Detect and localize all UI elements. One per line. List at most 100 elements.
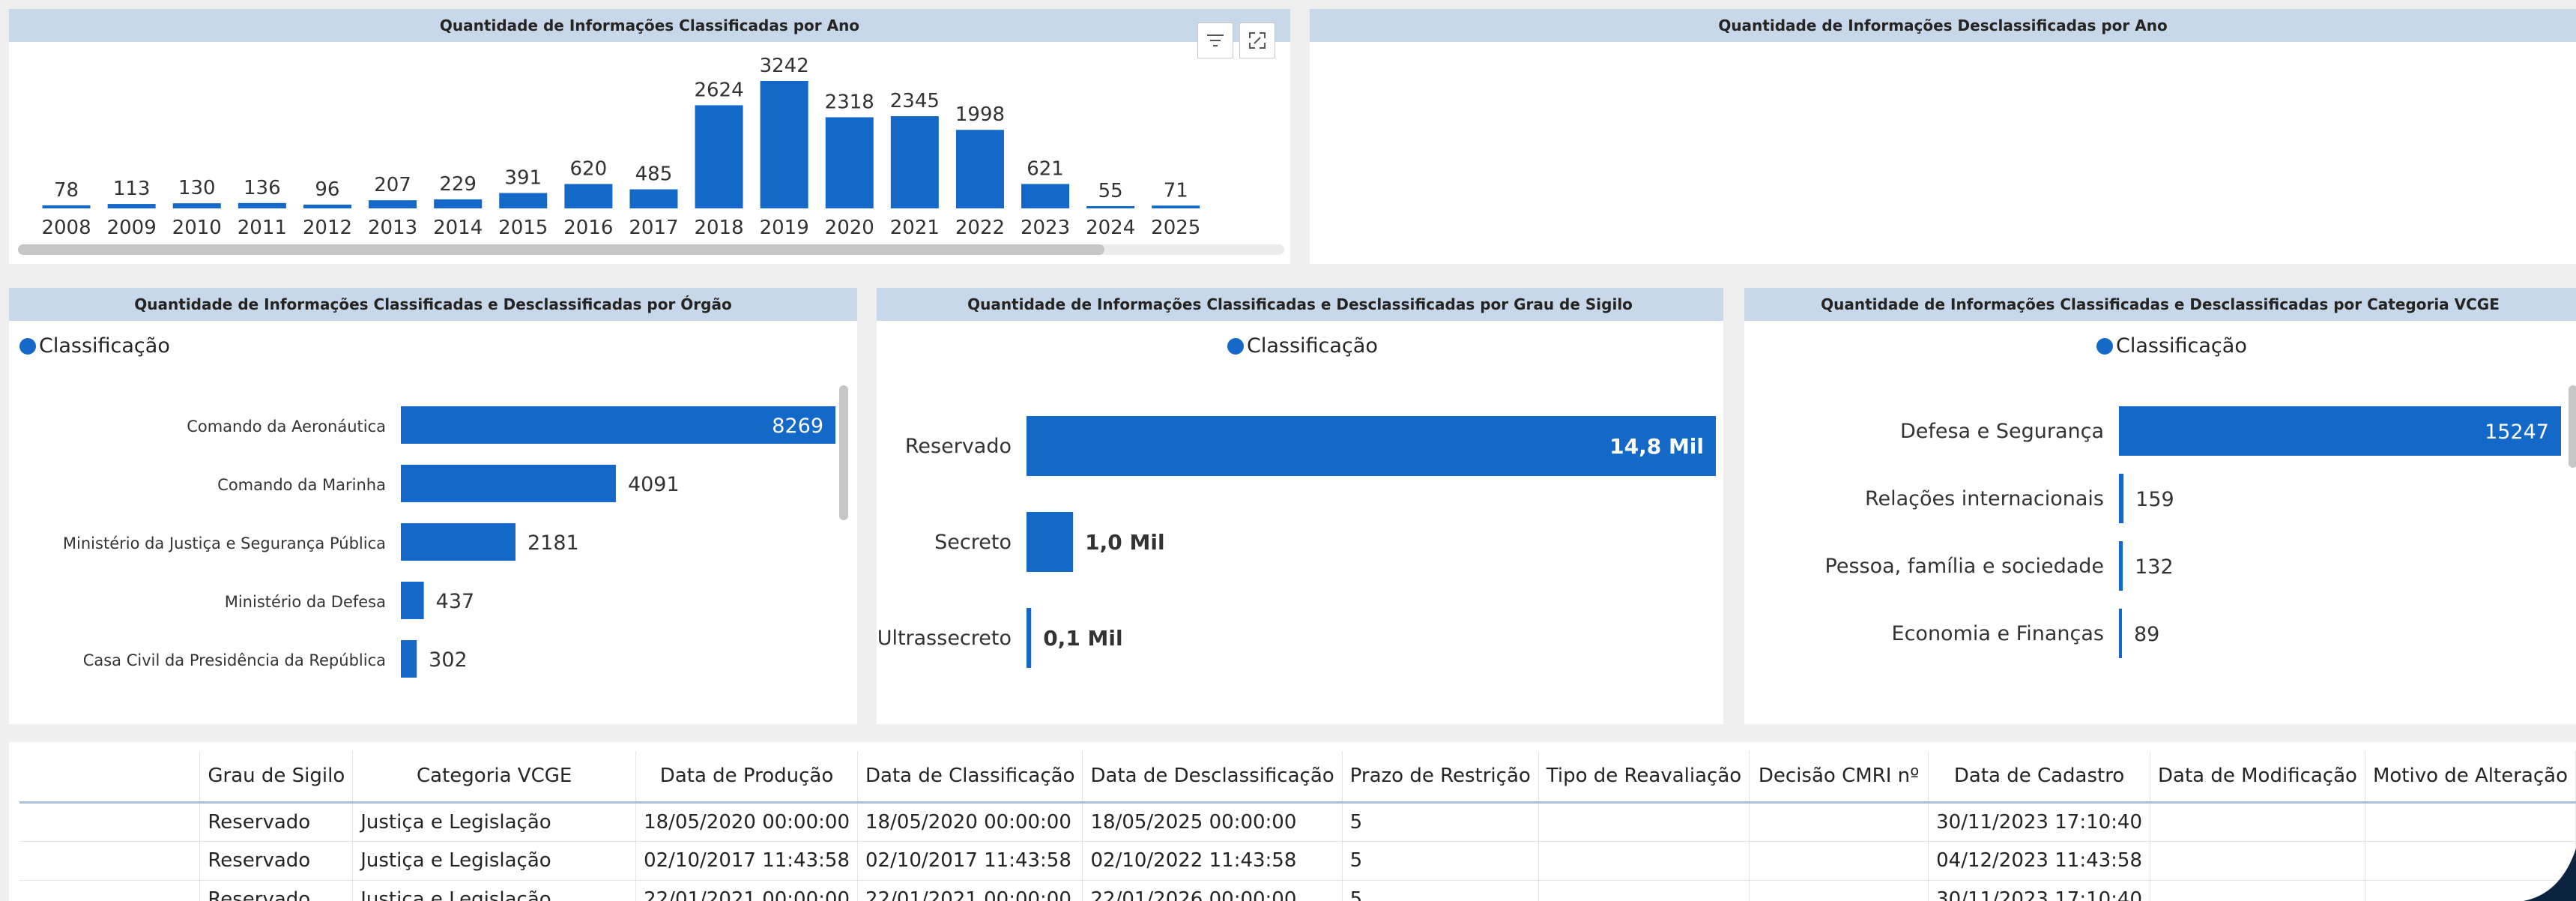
column-header[interactable]: Grau de Sigilo <box>199 751 354 804</box>
table-cell: Reservado <box>199 841 354 881</box>
table-cell <box>1538 841 1750 881</box>
table-cell: 18/05/2025 00:00:00 <box>1082 802 1343 842</box>
category-bar-chart: Defesa e Segurança 15247 Relações internac… <box>1825 406 2561 658</box>
x-tick-label: 2009 <box>107 217 157 239</box>
column-header[interactable]: Data de Produção <box>635 751 858 804</box>
bar <box>629 189 678 208</box>
bar <box>303 204 351 208</box>
x-tick-label: 2025 <box>1151 217 1200 239</box>
data-label: 391 <box>504 166 542 189</box>
x-tick-label: 2013 <box>368 217 417 239</box>
table-cell <box>2150 802 2365 842</box>
data-label: 159 <box>2135 488 2174 511</box>
category-label: Economia e Finanças <box>1892 622 2104 645</box>
chart-legend[interactable]: Classificação <box>2096 334 2247 358</box>
column-header[interactable]: Prazo de Restrição <box>1342 751 1539 804</box>
chart-legend[interactable]: Classificação <box>1227 334 1378 358</box>
year-bar-chart: 78 2008 113 2009 130 2010 136 2011 96 2012 207 2013… <box>41 55 1200 239</box>
category-label: Comando da Aeronáutica <box>187 418 386 436</box>
organ-bar-chart: Comando da Aeronáutica 8269 Comando da Mar… <box>63 406 835 678</box>
bar <box>760 81 808 208</box>
x-tick-label: 2019 <box>760 217 809 239</box>
table-cell <box>19 841 201 881</box>
table-cell: 30/11/2023 17:10:40 <box>1928 802 2151 842</box>
vertical-scrollbar[interactable] <box>2569 385 2576 468</box>
category-label: Secreto <box>934 531 1012 554</box>
chart-legend[interactable]: Classificação <box>19 334 170 358</box>
column-header[interactable]: Motivo de Alteração <box>2365 751 2576 804</box>
vertical-scrollbar[interactable] <box>839 385 848 520</box>
category-label: Comando da Marinha <box>217 476 386 494</box>
table-cell <box>1749 802 1929 842</box>
data-label: 1,0 Mil <box>1085 530 1164 555</box>
data-label: 2345 <box>890 90 940 112</box>
column-header[interactable] <box>19 751 201 804</box>
degree-bar-chart: Reservado 14,8 Mil Secreto 1,0 Mil Ultrassec… <box>877 416 1716 668</box>
data-label: 2181 <box>527 531 579 555</box>
legend-label: Classificação <box>39 334 170 358</box>
data-label: 136 <box>244 177 281 199</box>
data-label: 8269 <box>772 415 823 438</box>
bar <box>1027 608 1032 668</box>
data-label: 130 <box>178 177 216 199</box>
category-label: Relações internacionais <box>1865 487 2104 510</box>
panel-by-category: Quantidade de Informações Classificadas … <box>1744 288 2576 724</box>
bar <box>401 523 515 561</box>
x-tick-label: 2022 <box>955 217 1005 239</box>
data-label: 96 <box>315 178 339 201</box>
x-tick-label: 2024 <box>1086 217 1135 239</box>
x-tick-label: 2018 <box>694 217 743 239</box>
bar <box>2119 474 2124 523</box>
bar <box>825 117 874 208</box>
column-header[interactable]: Data de Cadastro <box>1928 751 2151 804</box>
panel-classified-by-year: Quantidade de Informações Classificadas … <box>9 9 1290 264</box>
panel-by-degree: Quantidade de Informações Classificadas … <box>877 288 1723 724</box>
bar <box>955 130 1004 208</box>
category-label: Casa Civil da Presidência da República <box>83 651 386 669</box>
horizontal-scrollbar-thumb[interactable] <box>18 244 1104 255</box>
bar <box>107 204 156 208</box>
table-row[interactable]: Reservado Justiça e Legislação 02/10/2017 … <box>19 841 2576 881</box>
x-tick-label: 2012 <box>303 217 352 239</box>
table-row[interactable]: Reservado Justiça e Legislação 22/01/2021 … <box>19 880 2576 901</box>
column-header[interactable]: Tipo de Reavaliação <box>1538 751 1750 804</box>
column-header[interactable]: Data de Classificação <box>857 751 1083 804</box>
bar <box>2119 541 2123 591</box>
bar <box>401 406 835 444</box>
column-header[interactable]: Data de Desclassificação <box>1082 751 1343 804</box>
category-label: Ultrassecreto <box>877 627 1012 650</box>
table-cell: 5 <box>1342 880 1539 901</box>
table-cell <box>1749 880 1929 901</box>
column-header[interactable]: Data de Modificação <box>2150 751 2365 804</box>
data-label: 14,8 Mil <box>1609 434 1704 459</box>
legend-marker <box>19 337 36 355</box>
table-row[interactable]: Reservado Justiça e Legislação 18/05/2020 … <box>19 802 2576 842</box>
table-cell: 18/05/2020 00:00:00 <box>635 802 858 842</box>
category-label: Ministério da Justiça e Segurança Públic… <box>63 534 386 552</box>
data-label: 4091 <box>628 473 680 496</box>
panel-declassified-by-year: Quantidade de Informações Desclassificad… <box>1310 9 2576 264</box>
bar <box>564 184 613 208</box>
x-tick-label: 2023 <box>1021 217 1070 239</box>
table-cell: 30/11/2023 17:10:40 <box>1928 880 2151 901</box>
table-cell <box>2150 880 2365 901</box>
data-label: 485 <box>635 163 673 186</box>
data-label: 71 <box>1164 179 1188 202</box>
table-header-row: Grau de Sigilo Categoria VCGE Data de Prod… <box>19 751 2576 804</box>
panel-by-organ: Quantidade de Informações Classificadas … <box>9 288 857 724</box>
category-label: Reservado <box>905 435 1012 458</box>
horizontal-scrollbar[interactable] <box>18 244 1284 255</box>
category-label: Defesa e Segurança <box>1900 420 2104 443</box>
table-cell: 22/01/2021 00:00:00 <box>635 880 858 901</box>
table-cell: 02/10/2017 11:43:58 <box>635 841 858 881</box>
legend-marker <box>2096 337 2113 355</box>
bar <box>238 202 286 208</box>
bar <box>172 203 221 208</box>
column-header[interactable]: Decisão CMRI nº <box>1749 751 1929 804</box>
column-header[interactable]: Categoria VCGE <box>352 751 637 804</box>
data-label: 55 <box>1098 180 1123 202</box>
data-label: 15247 <box>2485 421 2549 444</box>
data-label: 89 <box>2134 623 2159 646</box>
table-cell: Reservado <box>199 880 354 901</box>
bar <box>695 105 743 208</box>
